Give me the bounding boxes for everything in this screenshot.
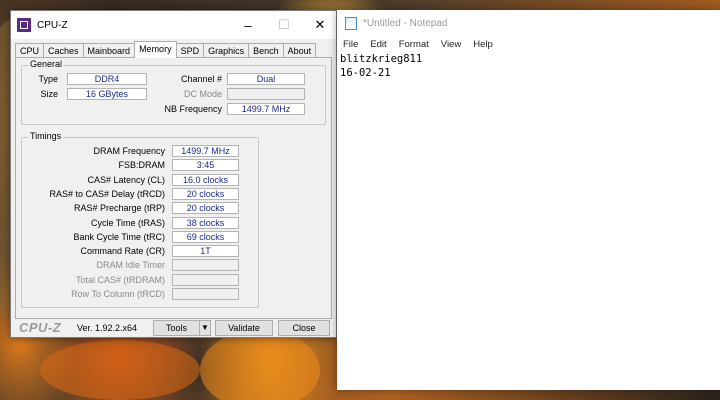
cpuz-tab-bar: CPU Caches Mainboard Memory SPD Graphics… bbox=[15, 41, 332, 58]
timing-value: 20 clocks bbox=[172, 187, 239, 200]
notepad-titlebar[interactable]: *Untitled - Notepad bbox=[337, 10, 720, 36]
close-button[interactable]: Close bbox=[278, 320, 330, 336]
tools-dropdown-button[interactable]: ▼ bbox=[199, 320, 211, 336]
timing-label: Bank Cycle Time (tRC) bbox=[73, 231, 165, 242]
timing-value: 1T bbox=[172, 245, 239, 258]
tab-mainboard[interactable]: Mainboard bbox=[82, 43, 136, 58]
timing-label: RAS# Precharge (tRP) bbox=[73, 203, 165, 214]
notepad-text-area[interactable]: blitzkrieg811 16-02-21 bbox=[340, 52, 422, 80]
timing-label: CAS# Latency (CL) bbox=[87, 174, 165, 185]
menu-help[interactable]: Help bbox=[473, 39, 493, 50]
dc-mode-label: DC Mode bbox=[183, 89, 222, 99]
timing-value bbox=[172, 273, 239, 286]
timing-value: 1499.7 MHz bbox=[172, 145, 239, 157]
timing-label: Command Rate (CR) bbox=[80, 246, 165, 257]
notepad-window: *Untitled - Notepad File Edit Format Vie… bbox=[337, 10, 720, 390]
nb-frequency-value: 1499.7 MHz bbox=[227, 103, 305, 115]
tab-graphics[interactable]: Graphics bbox=[203, 43, 250, 58]
size-value: 16 GBytes bbox=[67, 88, 147, 100]
dc-mode-value bbox=[227, 88, 305, 100]
timing-label: Cycle Time (tRAS) bbox=[90, 217, 165, 228]
timing-value: 3:45 bbox=[172, 159, 239, 172]
general-group-title: General bbox=[28, 59, 65, 69]
type-label: Type bbox=[38, 74, 58, 84]
timing-label: DRAM Idle Timer bbox=[96, 260, 165, 271]
timing-label: DRAM Frequency bbox=[93, 146, 165, 156]
notepad-menu-bar: File Edit Format View Help bbox=[337, 36, 720, 52]
general-group: General Type DDR4 Size 16 GBytes Channel… bbox=[21, 59, 326, 125]
menu-file[interactable]: File bbox=[343, 39, 358, 50]
triangle-down-icon: ▼ bbox=[201, 323, 209, 332]
cpuz-footer: CPU-Z Ver. 1.92.2.x64 Tools ▼ Validate C… bbox=[15, 320, 333, 337]
cpuz-logo-icon bbox=[17, 18, 31, 32]
tab-bench[interactable]: Bench bbox=[248, 43, 284, 58]
timing-value: 69 clocks bbox=[172, 230, 239, 243]
tab-memory[interactable]: Memory bbox=[134, 41, 177, 58]
notepad-icon bbox=[345, 16, 357, 30]
cpuz-window: CPU-Z – ☐ ✕ CPU Caches Mainboard Memory … bbox=[10, 10, 337, 338]
tab-about[interactable]: About bbox=[282, 43, 317, 58]
text-line: 16-02-21 bbox=[340, 67, 391, 79]
nb-frequency-label: NB Frequency bbox=[164, 104, 222, 114]
tab-cpu[interactable]: CPU bbox=[15, 43, 45, 58]
memory-tab-panel: General Type DDR4 Size 16 GBytes Channel… bbox=[15, 57, 332, 319]
tab-caches[interactable]: Caches bbox=[43, 43, 84, 58]
size-label: Size bbox=[40, 89, 58, 99]
timing-value bbox=[172, 288, 239, 300]
wallpaper-art bbox=[200, 330, 320, 400]
timings-group: Timings DRAM Frequency 1499.7 MHz FSB:DRAM… bbox=[21, 131, 259, 308]
minimize-icon[interactable]: – bbox=[230, 11, 266, 39]
timing-value bbox=[172, 259, 239, 272]
timing-value: 16.0 clocks bbox=[172, 173, 239, 186]
menu-edit[interactable]: Edit bbox=[370, 39, 386, 50]
cpuz-window-title: CPU-Z bbox=[37, 19, 68, 31]
timing-value: 20 clocks bbox=[172, 202, 239, 215]
validate-button[interactable]: Validate bbox=[215, 320, 273, 336]
tools-button[interactable]: Tools bbox=[153, 320, 200, 336]
timing-label: RAS# to CAS# Delay (tRCD) bbox=[49, 188, 165, 199]
timing-value: 38 clocks bbox=[172, 216, 239, 229]
cpuz-titlebar[interactable]: CPU-Z – ☐ ✕ bbox=[11, 11, 336, 39]
type-value: DDR4 bbox=[67, 73, 147, 85]
maximize-icon: ☐ bbox=[278, 17, 290, 32]
timings-group-title: Timings bbox=[28, 131, 64, 141]
tab-spd[interactable]: SPD bbox=[175, 43, 205, 58]
menu-format[interactable]: Format bbox=[399, 39, 429, 50]
text-line: blitzkrieg811 bbox=[340, 53, 423, 65]
version-text: Ver. 1.92.2.x64 bbox=[77, 323, 138, 333]
channel-label: Channel # bbox=[180, 74, 222, 84]
timing-label: Total CAS# (tRDRAM) bbox=[75, 274, 165, 285]
close-icon[interactable]: ✕ bbox=[302, 11, 338, 39]
timing-label: Row To Column (tRCD) bbox=[71, 289, 165, 299]
wallpaper-art bbox=[40, 340, 200, 400]
channel-value: Dual bbox=[227, 73, 305, 85]
cpuz-brand: CPU-Z bbox=[19, 320, 62, 335]
menu-view[interactable]: View bbox=[441, 39, 461, 50]
notepad-window-title: *Untitled - Notepad bbox=[363, 17, 448, 29]
timing-label: FSB:DRAM bbox=[118, 160, 165, 171]
